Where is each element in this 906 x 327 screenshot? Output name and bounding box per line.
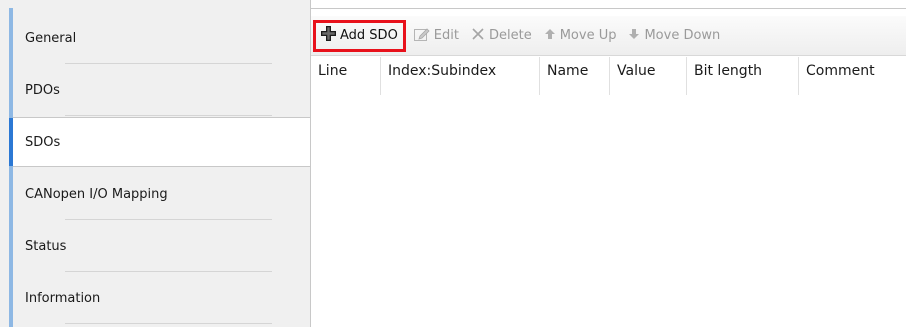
sidebar-item-information[interactable]: Information [13,274,310,324]
column-header-name[interactable]: Name [540,57,610,95]
move-up-button[interactable]: Move Up [544,23,617,49]
column-header-comment[interactable]: Comment [799,57,906,95]
add-sdo-button[interactable]: Add SDO [313,19,406,52]
column-header-index-subindex[interactable]: Index:Subindex [381,57,540,95]
sidebar-item-canopen-io-mapping[interactable]: CANopen I/O Mapping [13,170,310,220]
column-header-value[interactable]: Value [610,57,687,95]
delete-button[interactable]: Delete [471,23,532,49]
move-down-button[interactable]: Move Down [628,23,720,49]
divider [65,323,272,324]
divider [65,63,272,64]
pencil-icon [413,27,430,45]
sidebar-item-label: General [25,31,77,46]
sidebar-item-label: Status [25,239,67,254]
plus-icon [321,26,336,45]
add-sdo-label: Add SDO [340,28,398,43]
sidebar-item-general[interactable]: General [13,14,310,64]
divider [65,271,272,272]
sidebar-item-status[interactable]: Status [13,222,310,272]
sidebar-item-label: CANopen I/O Mapping [25,187,168,202]
sdo-table-body[interactable] [311,95,906,327]
divider [65,115,272,116]
move-down-label: Move Down [644,28,721,43]
sdo-panel: Add SDO Edit Delete Move Up Move Down Li… [310,0,906,327]
move-up-label: Move Up [559,28,617,43]
x-icon [471,27,485,45]
edit-button[interactable]: Edit [413,23,459,49]
column-header-bit-length[interactable]: Bit length [687,57,799,95]
sidebar-item-pdos[interactable]: PDOs [13,66,310,116]
divider [65,219,272,220]
sidebar: General PDOs SDOs CANopen I/O Mapping St… [0,0,317,327]
sidebar-item-label: SDOs [25,135,61,150]
arrow-down-icon [628,28,640,44]
sdo-table-header: Line Index:Subindex Name Value Bit lengt… [311,57,906,95]
edit-label: Edit [433,28,459,43]
sidebar-item-label: Information [25,291,101,306]
sdo-toolbar: Add SDO Edit Delete Move Up Move Down [311,16,906,56]
arrow-up-icon [544,28,556,44]
delete-label: Delete [488,28,532,43]
sidebar-item-sdos[interactable]: SDOs [9,117,317,167]
divider [311,8,906,9]
column-header-line[interactable]: Line [311,57,381,95]
sidebar-item-label: PDOs [25,83,60,98]
